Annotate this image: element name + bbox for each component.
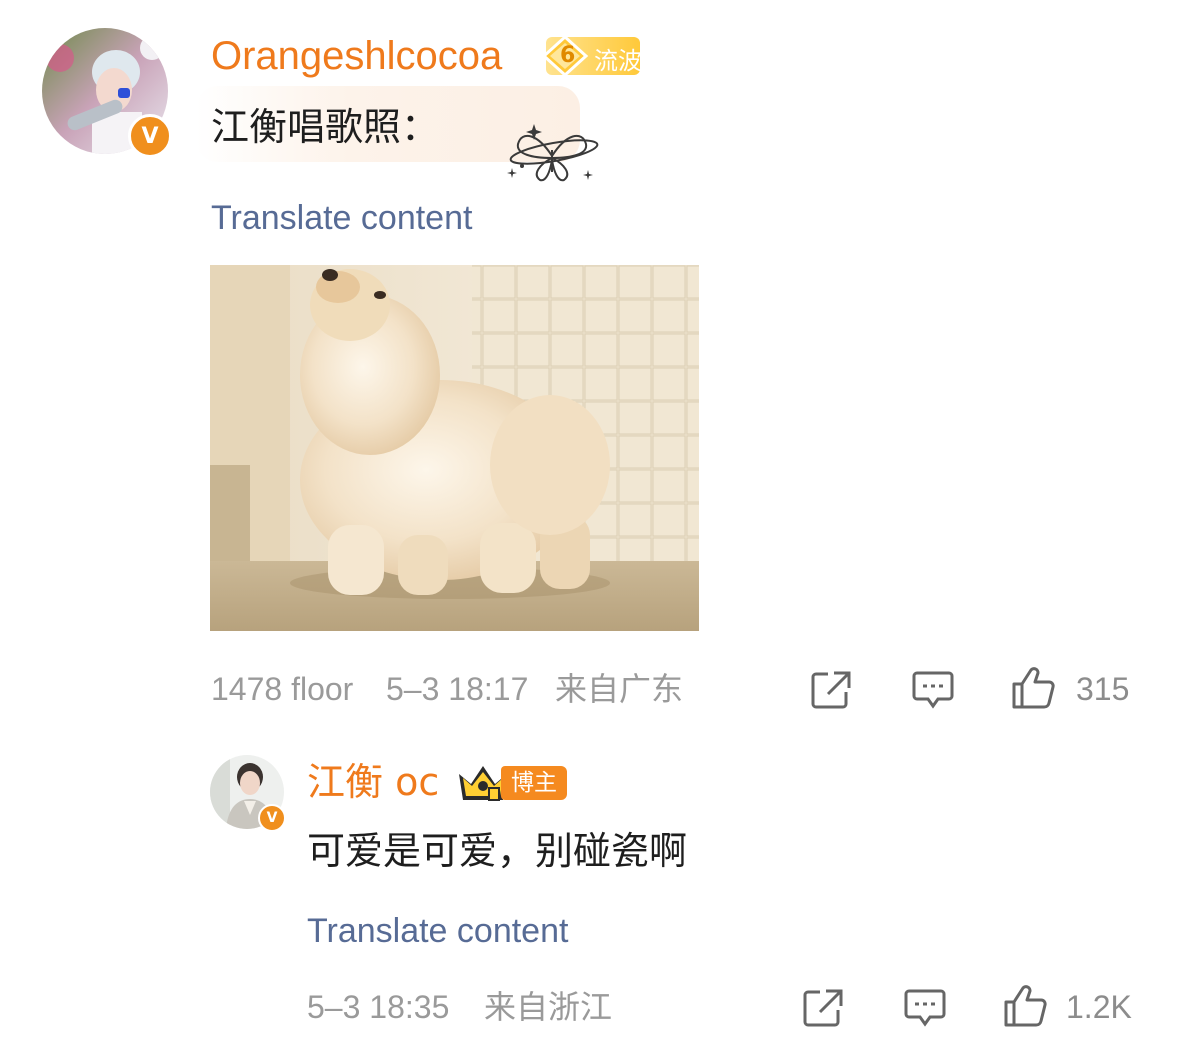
share-icon[interactable] [810, 670, 852, 710]
translate-link[interactable]: Translate content [211, 198, 472, 238]
comment-location: 来自广东 [555, 670, 684, 708]
like-count: 315 [1076, 671, 1130, 707]
reply-share-icon[interactable] [802, 988, 844, 1028]
comment-icon[interactable] [912, 670, 954, 710]
butterfly-sticker-icon [507, 124, 599, 182]
reply-translate-link[interactable]: Translate content [307, 911, 568, 951]
blogger-badge: 博主 [455, 762, 567, 804]
reply-thumbs-up-icon[interactable] [1003, 984, 1049, 1028]
level-badge[interactable]: 6 流波 [541, 35, 642, 77]
comment-text: 江衡唱歌照： [211, 105, 440, 149]
reply-time: 5–3 18:35 [307, 989, 450, 1025]
level-number: 6 [560, 43, 576, 68]
thumbs-up-icon[interactable] [1011, 666, 1057, 710]
reply-verified-badge-icon: V [258, 804, 286, 832]
comment-image[interactable] [210, 265, 699, 631]
reply-text: 可爱是可爱，别碰瓷啊 [307, 829, 688, 873]
reply-username[interactable]: 江衡 oc [307, 760, 439, 804]
comment-time: 5–3 18:17 [386, 671, 529, 707]
reply-comment-icon[interactable] [904, 988, 946, 1028]
comment-floor: 1478 floor [211, 671, 354, 707]
verified-badge-icon: V [128, 114, 172, 158]
reply-like-count: 1.2K [1066, 989, 1132, 1025]
level-label: 流波 [594, 47, 642, 75]
reply-location: 来自浙江 [484, 988, 613, 1026]
blogger-label: 博主 [501, 766, 567, 800]
comment-username[interactable]: Orangeshlcocoa [211, 33, 502, 79]
